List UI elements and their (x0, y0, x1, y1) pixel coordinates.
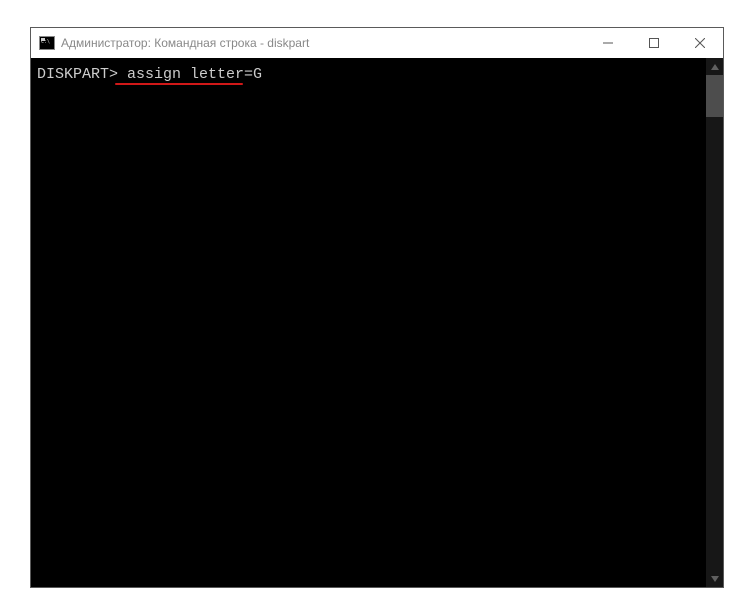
scroll-down-button[interactable] (706, 570, 723, 587)
window-title: Администратор: Командная строка - diskpa… (61, 36, 585, 50)
annotation-underline (115, 83, 243, 85)
command-text: assign letter=G (127, 66, 262, 83)
minimize-button[interactable] (585, 28, 631, 58)
scrollbar-track[interactable] (706, 75, 723, 570)
prompt-text: DISKPART> (37, 66, 118, 83)
scroll-up-button[interactable] (706, 58, 723, 75)
cmd-icon (39, 36, 55, 50)
close-button[interactable] (677, 28, 723, 58)
titlebar[interactable]: Администратор: Командная строка - diskpa… (31, 28, 723, 58)
terminal-area: DISKPART> assign letter=G (31, 58, 723, 587)
command-prompt-window: Администратор: Командная строка - diskpa… (30, 27, 724, 588)
vertical-scrollbar[interactable] (706, 58, 723, 587)
maximize-button[interactable] (631, 28, 677, 58)
window-controls (585, 28, 723, 58)
scrollbar-thumb[interactable] (706, 75, 723, 117)
terminal-content[interactable]: DISKPART> assign letter=G (31, 58, 706, 587)
